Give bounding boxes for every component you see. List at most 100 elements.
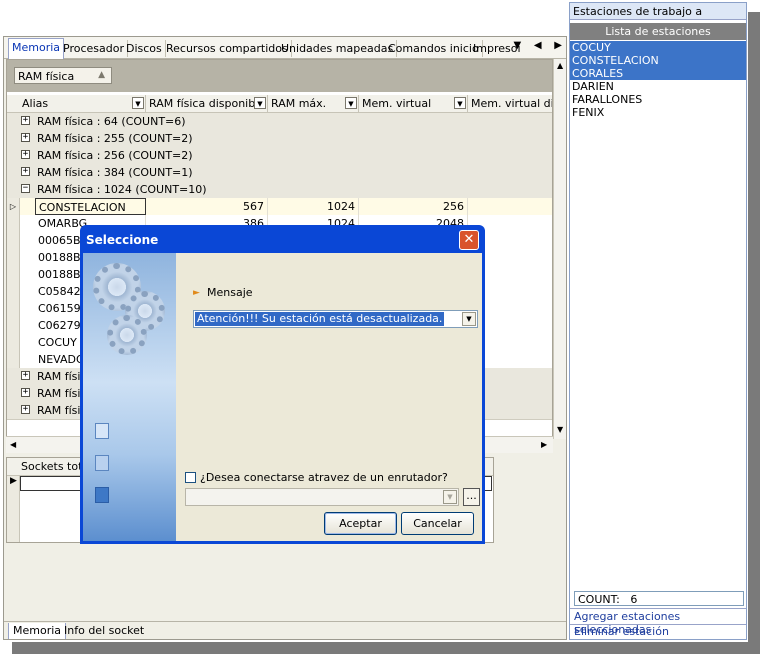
filter-dropdown-icon[interactable]: ▼: [454, 97, 466, 109]
row-indicator: [7, 249, 20, 266]
expand-icon[interactable]: +: [21, 371, 30, 380]
bottom-tab-strip: Memoria Info del socket: [4, 621, 566, 639]
scroll-right-icon[interactable]: ▶: [541, 440, 547, 449]
dialog-body: ► Mensaje Atención!!! Su estación está d…: [83, 253, 482, 541]
grid-vertical-scrollbar[interactable]: ▲ ▼: [553, 59, 566, 439]
chevron-down-icon[interactable]: ▼: [443, 490, 457, 504]
column-header-alias[interactable]: Alias ▼: [19, 95, 146, 112]
group-row-expanded[interactable]: − RAM física : 1024 (COUNT=10): [7, 181, 552, 199]
group-row[interactable]: + RAM física : 384 (COUNT=1): [7, 164, 552, 182]
dialog-banner-image: [83, 253, 176, 541]
filter-dropdown-icon[interactable]: ▼: [132, 97, 144, 109]
row-indicator: [7, 317, 20, 334]
tab-memoria-bottom[interactable]: Memoria: [8, 623, 67, 639]
chevron-down-icon[interactable]: ▼: [462, 312, 476, 326]
column-header-ram-max[interactable]: RAM máx. ▼: [268, 95, 359, 112]
column-header-label: Mem. virtual: [362, 97, 432, 110]
top-tab-strip: Memoria Procesador Discos Recursos compa…: [4, 37, 566, 59]
count-label: COUNT:: [578, 593, 620, 606]
tab-scroll-controls: ▼ ◀ ▶: [513, 40, 562, 51]
filter-dropdown-icon[interactable]: ▼: [254, 97, 266, 109]
group-row[interactable]: + RAM física : 255 (COUNT=2): [7, 130, 552, 148]
cancel-button[interactable]: Cancelar: [401, 512, 474, 535]
expand-icon[interactable]: +: [21, 116, 30, 125]
filter-dropdown-icon[interactable]: ▼: [345, 97, 357, 109]
list-item[interactable]: FENIX: [570, 106, 746, 119]
cell-ram-max[interactable]: 1024: [268, 198, 359, 215]
tab-list-dropdown-icon[interactable]: ▼: [513, 40, 521, 51]
row-indicator: [7, 351, 20, 368]
tab-recursos-compartidos[interactable]: Recursos compartidos: [163, 40, 292, 57]
right-panel-shadow: [748, 12, 760, 654]
message-select-value: Atención!!! Su estación está desactualiz…: [195, 312, 445, 326]
cell-alias[interactable]: CONSTELACION: [35, 198, 146, 215]
group-row-label: RAM física : 255 (COUNT=2): [37, 132, 193, 145]
tab-scroll-right-icon[interactable]: ▶: [554, 40, 562, 51]
cell-ram-disponible[interactable]: 567: [146, 198, 268, 215]
table-row[interactable]: ▷ CONSTELACION 567 1024 256: [7, 198, 552, 216]
column-header-label: RAM física disponible: [149, 97, 266, 110]
group-row[interactable]: + RAM física : 64 (COUNT=6): [7, 113, 552, 131]
count-field: COUNT: 6: [574, 591, 744, 606]
expand-icon[interactable]: +: [21, 167, 30, 176]
cell-mem-virtual[interactable]: 256: [359, 198, 468, 215]
expand-icon[interactable]: +: [21, 388, 30, 397]
scroll-left-icon[interactable]: ◀: [10, 440, 16, 449]
sort-ascending-icon: ▲: [98, 70, 105, 80]
stations-panel-title: Estaciones de trabajo a procesar: [570, 3, 746, 35]
accept-button[interactable]: Aceptar: [324, 512, 397, 535]
tab-memoria[interactable]: Memoria: [8, 38, 65, 59]
group-by-chip[interactable]: RAM física ▲: [14, 67, 112, 84]
main-window-shadow: [12, 642, 760, 654]
tab-unidades-mapeadas[interactable]: Unidades mapeadas: [278, 40, 398, 57]
browse-router-button[interactable]: ...: [463, 488, 480, 506]
expand-icon[interactable]: +: [21, 133, 30, 142]
column-header-row: Alias ▼ RAM física disponible ▼ RAM máx. ▼ …: [7, 95, 552, 113]
tab-scroll-left-icon[interactable]: ◀: [534, 40, 542, 51]
list-item[interactable]: DARIEN: [570, 80, 746, 93]
list-item[interactable]: COCUY: [570, 41, 746, 54]
expand-icon[interactable]: +: [21, 405, 30, 414]
remove-station-link[interactable]: Eliminar estación: [574, 625, 669, 638]
scroll-down-icon[interactable]: ▼: [557, 425, 563, 434]
tab-info-del-socket[interactable]: Info del socket: [60, 623, 148, 639]
message-label: Mensaje: [207, 286, 253, 299]
group-row-label: RAM física : 64 (COUNT=6): [37, 115, 186, 128]
column-header-label: RAM máx.: [271, 97, 327, 110]
group-row-label: RAM física : 384 (COUNT=1): [37, 166, 193, 179]
message-select[interactable]: Atención!!! Su estación está desactualiz…: [193, 310, 478, 328]
list-item[interactable]: CONSTELACION: [570, 54, 746, 67]
row-indicator: [7, 334, 20, 351]
scroll-up-icon[interactable]: ▲: [557, 61, 563, 70]
group-by-chip-label: RAM física: [18, 70, 75, 83]
column-header-label: Mem. virtual dispo: [471, 97, 552, 110]
row-indicator: [7, 266, 20, 283]
row-indicator: [7, 215, 20, 232]
tab-discos[interactable]: Discos: [123, 40, 166, 57]
column-header-mem-virtual[interactable]: Mem. virtual ▼: [359, 95, 468, 112]
select-dialog: Seleccione ✕ ► Mensaje Atención!!! Su es…: [80, 225, 485, 544]
router-select[interactable]: ▼: [185, 488, 459, 506]
gear-icon: [107, 315, 147, 355]
router-checkbox[interactable]: [185, 472, 196, 483]
stations-panel: Estaciones de trabajo a procesar Lista d…: [569, 2, 747, 640]
column-header-mem-virtual-disponible[interactable]: Mem. virtual dispo: [468, 95, 552, 112]
tab-comandos-inicio[interactable]: Comandos inicio: [385, 40, 483, 57]
computer-icon: [95, 455, 109, 471]
group-row[interactable]: + RAM física : 256 (COUNT=2): [7, 147, 552, 165]
close-button[interactable]: ✕: [459, 230, 479, 250]
row-indicator: [7, 300, 20, 317]
group-row-label: RAM física : 1024 (COUNT=10): [37, 183, 207, 196]
row-indicator: [7, 232, 20, 249]
expand-icon[interactable]: +: [21, 150, 30, 159]
column-header-ram-disponible[interactable]: RAM física disponible ▼: [146, 95, 268, 112]
dialog-title: Seleccione: [86, 233, 159, 247]
tab-procesador[interactable]: Procesador: [60, 40, 128, 57]
collapse-icon[interactable]: −: [21, 184, 30, 193]
stations-list-header: Lista de estaciones: [570, 23, 746, 40]
list-item[interactable]: CORALES: [570, 67, 746, 80]
column-header-label: Alias: [22, 97, 49, 110]
current-row-indicator-icon: ▷: [7, 198, 20, 215]
list-item[interactable]: FARALLONES: [570, 93, 746, 106]
computer-icon: [95, 487, 109, 503]
